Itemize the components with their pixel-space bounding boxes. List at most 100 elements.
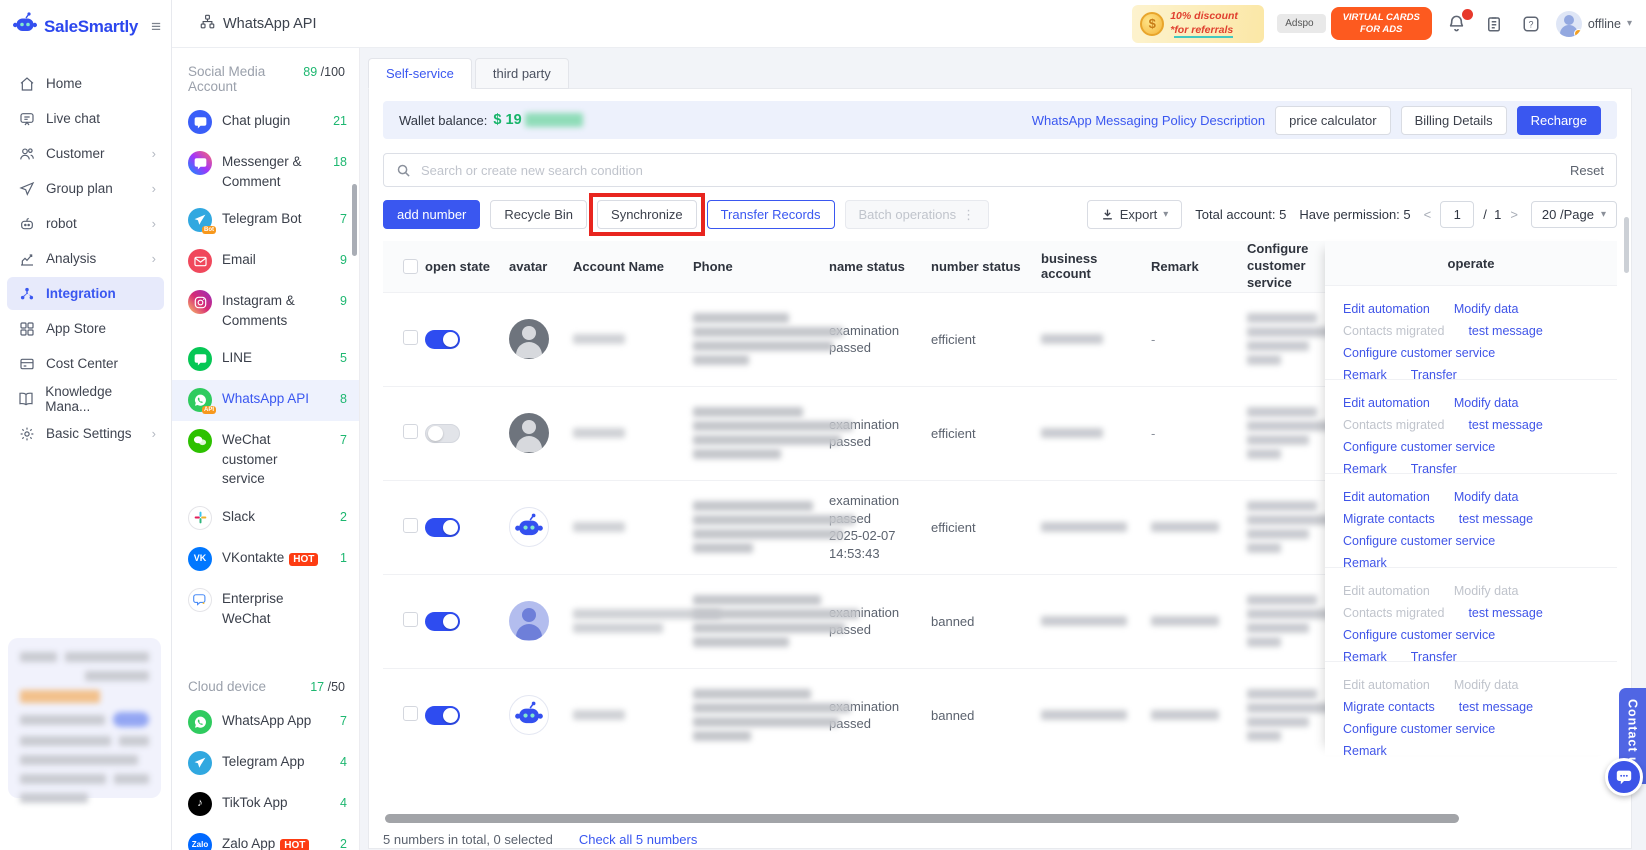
- sidebar-item-robot[interactable]: robot ›: [7, 207, 164, 240]
- messenger-icon: [188, 151, 212, 175]
- operate-link-modify-data[interactable]: Modify data: [1454, 298, 1519, 320]
- add-number-button[interactable]: add number: [383, 200, 481, 229]
- open-state-toggle[interactable]: [425, 705, 460, 725]
- operate-link-configure-customer-service[interactable]: Configure customer service: [1343, 624, 1495, 646]
- open-state-toggle[interactable]: [425, 517, 460, 537]
- vertical-scrollbar-thumb[interactable]: [1624, 217, 1629, 273]
- sidebar-item-group-plan[interactable]: Group plan ›: [7, 172, 164, 205]
- channel-item-line[interactable]: LINE 5: [172, 339, 359, 380]
- channel-item-telegram-bot[interactable]: Bot Telegram Bot 7: [172, 200, 359, 241]
- policy-link[interactable]: WhatsApp Messaging Policy Description: [1032, 113, 1265, 128]
- channel-item-email[interactable]: Email 9: [172, 241, 359, 282]
- next-page-button[interactable]: >: [1510, 207, 1518, 222]
- notifications-bell-icon[interactable]: [1445, 8, 1473, 36]
- sidebar-item-live-chat[interactable]: Live chat: [7, 102, 164, 135]
- operate-link-remark[interactable]: Remark: [1343, 552, 1387, 574]
- channel-item-enterprise-wechat[interactable]: Enterprise WeChat: [172, 580, 359, 637]
- channel-item-wechat-customer-service[interactable]: WeChat customer service 7: [172, 421, 359, 498]
- row-checkbox[interactable]: [403, 424, 418, 440]
- channel-item-slack[interactable]: Slack 2: [172, 498, 359, 539]
- operate-link-remark[interactable]: Remark: [1343, 458, 1387, 480]
- sidebar-item-home[interactable]: Home: [7, 67, 164, 100]
- prev-page-button[interactable]: <: [1424, 207, 1432, 222]
- row-checkbox[interactable]: [403, 330, 418, 346]
- recycle-bin-button[interactable]: Recycle Bin: [490, 200, 588, 229]
- operate-link-configure-customer-service[interactable]: Configure customer service: [1343, 436, 1495, 458]
- open-state-toggle[interactable]: [425, 611, 460, 631]
- billing-details-button[interactable]: Billing Details: [1400, 105, 1507, 135]
- operate-link-test-message[interactable]: test message: [1468, 414, 1542, 436]
- operate-link-test-message[interactable]: test message: [1459, 508, 1533, 530]
- virtual-cards-button[interactable]: VIRTUAL CARDS FOR ADS: [1330, 6, 1432, 41]
- row-checkbox[interactable]: [403, 518, 418, 534]
- channel-item-tiktok-app[interactable]: ♪ TikTok App 4: [172, 784, 359, 825]
- operate-link-edit-automation[interactable]: Edit automation: [1343, 392, 1430, 414]
- cell-avatar: [509, 574, 573, 668]
- operate-link-modify-data[interactable]: Modify data: [1454, 486, 1519, 508]
- sidebar-item-customer[interactable]: Customer ›: [7, 137, 164, 170]
- operate-link-test-message[interactable]: test message: [1468, 602, 1542, 624]
- row-checkbox[interactable]: [403, 706, 418, 722]
- transfer-records-button[interactable]: Transfer Records: [706, 200, 835, 229]
- check-all-link[interactable]: Check all 5 numbers: [579, 832, 698, 847]
- current-page-input[interactable]: 1: [1440, 201, 1475, 228]
- open-state-toggle[interactable]: [425, 423, 460, 443]
- operate-link-configure-customer-service[interactable]: Configure customer service: [1343, 342, 1495, 364]
- sidebar-item-integration[interactable]: Integration: [7, 277, 164, 310]
- channel-item-vkontakte[interactable]: VK VKontakte HOT 1: [172, 539, 359, 580]
- reset-button[interactable]: Reset: [1570, 163, 1604, 178]
- open-state-toggle[interactable]: [425, 329, 460, 349]
- operate-link-configure-customer-service[interactable]: Configure customer service: [1343, 718, 1495, 740]
- redacted-block: [573, 710, 625, 721]
- channel-item-whatsapp-api[interactable]: API WhatsApp API 8: [172, 380, 359, 422]
- row-checkbox[interactable]: [403, 612, 418, 628]
- sidebar-item-analysis[interactable]: Analysis ›: [7, 242, 164, 275]
- horizontal-scrollbar-thumb[interactable]: [385, 814, 1459, 824]
- redacted-block: [1041, 522, 1127, 533]
- sidebar-item-basic-settings[interactable]: Basic Settings ›: [7, 417, 164, 450]
- search-input[interactable]: [421, 162, 1561, 178]
- user-menu[interactable]: offline ▾: [1555, 10, 1632, 37]
- redacted-block: [693, 435, 841, 446]
- operate-link-remark[interactable]: Remark: [1343, 364, 1387, 386]
- adspo-chip[interactable]: Adspo: [1277, 14, 1326, 33]
- clipboard-icon[interactable]: [1482, 12, 1506, 36]
- channel-item-messenger-comment[interactable]: Messenger & Comment 18: [172, 143, 359, 200]
- operate-link-remark[interactable]: Remark: [1343, 740, 1387, 762]
- operate-link-transfer[interactable]: Transfer: [1411, 646, 1457, 668]
- channel-item-chat-plugin[interactable]: Chat plugin 21: [172, 102, 359, 143]
- operate-link-transfer[interactable]: Transfer: [1411, 458, 1457, 480]
- operate-link-transfer[interactable]: Transfer: [1411, 364, 1457, 386]
- operate-link-edit-automation[interactable]: Edit automation: [1343, 486, 1430, 508]
- cell-remark: [1151, 668, 1247, 762]
- operate-link-configure-customer-service[interactable]: Configure customer service: [1343, 530, 1495, 552]
- sidebar-item-cost-center[interactable]: Cost Center: [7, 347, 164, 380]
- operate-link-edit-automation[interactable]: Edit automation: [1343, 298, 1430, 320]
- sidebar-item-app-store[interactable]: App Store: [7, 312, 164, 345]
- channel-scrollbar[interactable]: [352, 184, 357, 256]
- operate-link-migrate-contacts[interactable]: Migrate contacts: [1343, 508, 1435, 530]
- operate-link-remark[interactable]: Remark: [1343, 646, 1387, 668]
- page-size-select[interactable]: 20 /Page ▾: [1530, 201, 1617, 228]
- help-icon[interactable]: ?: [1519, 12, 1543, 36]
- collapse-menu-icon[interactable]: ≡: [151, 17, 161, 37]
- recharge-button[interactable]: Recharge: [1516, 105, 1601, 135]
- referral-promo-banner[interactable]: $ 10% discount *for referrals: [1132, 4, 1265, 43]
- channel-item-whatsapp-app[interactable]: WhatsApp App 7: [172, 702, 359, 743]
- operate-link-test-message[interactable]: test message: [1468, 320, 1542, 342]
- operate-link-migrate-contacts[interactable]: Migrate contacts: [1343, 696, 1435, 718]
- select-all-checkbox[interactable]: [403, 259, 418, 275]
- channel-item-count: 4: [340, 755, 347, 770]
- operate-link-modify-data[interactable]: Modify data: [1454, 392, 1519, 414]
- channel-item-instagram-comments[interactable]: Instagram & Comments 9: [172, 282, 359, 339]
- synchronize-button[interactable]: Synchronize: [597, 200, 697, 229]
- contact-chat-bubble[interactable]: [1605, 758, 1643, 796]
- tab-self-service[interactable]: Self-service: [368, 58, 472, 89]
- channel-item-telegram-app[interactable]: Telegram App 4: [172, 743, 359, 784]
- tab-third-party[interactable]: third party: [474, 58, 569, 89]
- operate-link-test-message[interactable]: test message: [1459, 696, 1533, 718]
- channel-item-zalo-app[interactable]: Zalo Zalo App HOT 2: [172, 825, 359, 850]
- price-calculator-button[interactable]: price calculator: [1275, 105, 1391, 135]
- export-button[interactable]: Export ▾: [1086, 200, 1183, 229]
- sidebar-item-knowledge-mana[interactable]: Knowledge Mana...: [7, 382, 164, 415]
